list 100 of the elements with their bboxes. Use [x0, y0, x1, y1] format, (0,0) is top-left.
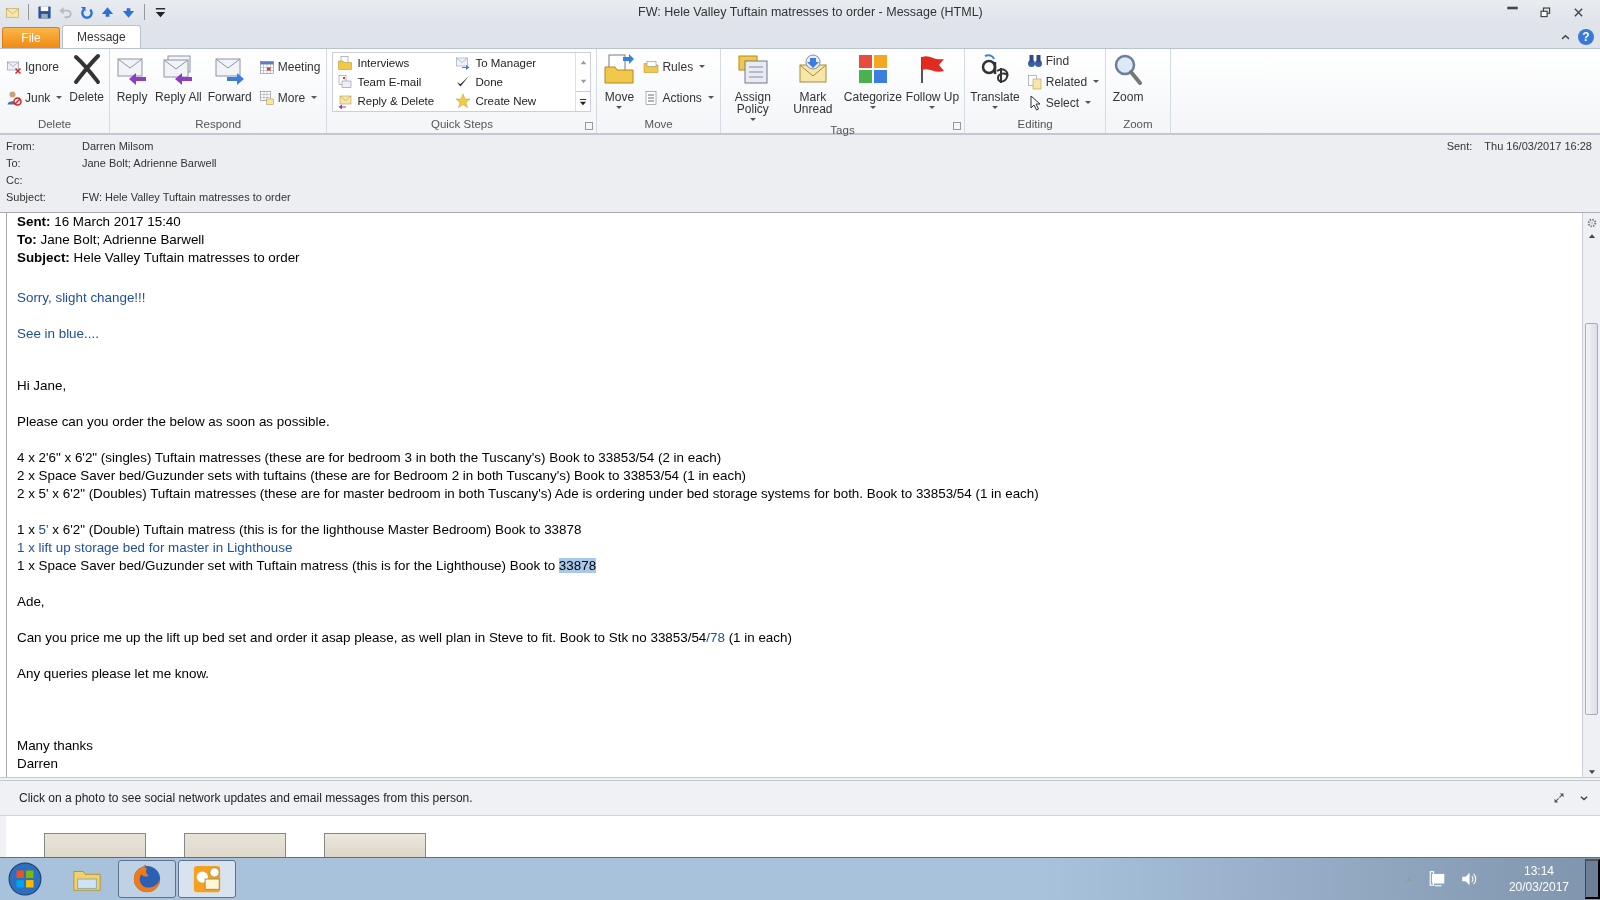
ribbon-button[interactable]: Delete: [67, 51, 107, 117]
text-line: Please can you order the below as soon as possible.: [17, 413, 331, 431]
minimize-icon: [1506, 5, 1519, 10]
close-icon: [1572, 5, 1585, 19]
documents-icon: [1026, 74, 1043, 90]
text-line: Darren: [17, 755, 59, 773]
quick-step-item[interactable]: Reply & Delete: [335, 91, 454, 110]
text-line: 2 x 5' x 6'2" (Doubles) Tuftain matresses (these are for master bedroom in both Tuscany's) Ade is ordering under bed storage systems for both. Book to 33853/54 (1 in each): [17, 485, 1040, 503]
ribbon-button[interactable]: More: [255, 88, 324, 107]
show-desktop-button[interactable]: [1585, 859, 1600, 899]
ribbon-button[interactable]: Reply: [113, 51, 152, 117]
field-value: Darren Milsom: [82, 140, 155, 154]
field-value: Jane Bolt; Adrienne Barwell: [82, 157, 218, 171]
folder-document-icon: [337, 55, 354, 72]
expand-button[interactable]: [1552, 791, 1566, 805]
ribbon-button[interactable]: Categorize: [843, 51, 902, 123]
quick-step-item[interactable]: Create New: [453, 91, 574, 110]
gallery-more-icon: [578, 96, 589, 107]
caret-icon: [56, 96, 63, 99]
text-line: Sent: 16 March 2017 15:40: [17, 213, 182, 231]
caret-icon: [1093, 80, 1100, 84]
ribbon-button[interactable]: Follow Up: [903, 51, 962, 123]
clock-time: 13:14: [1523, 863, 1554, 879]
envelopes-arrow-icon: [162, 53, 195, 85]
field-label: To:: [6, 157, 22, 171]
ribbon-button[interactable]: Assign Policy: [723, 51, 782, 123]
text-line: 4 x 2'6" x 6'2" (singles) Tuftain matresses (these are for bedroom 3 in both the Tuscany's) Book to 33853/54 (2 in each): [17, 449, 723, 467]
ribbon-button[interactable]: Meeting: [255, 57, 324, 76]
ribbon-button[interactable]: Reply All: [153, 51, 204, 117]
taskbar-app-button[interactable]: [178, 860, 236, 898]
triangle-down-icon: [578, 77, 588, 86]
chevron-icon: [1579, 793, 1589, 803]
ribbon-button[interactable]: Ignore: [3, 57, 66, 76]
ribbon-button[interactable]: Rules: [640, 57, 717, 76]
group-label: Delete: [36, 117, 73, 132]
expand-icon: [1553, 792, 1565, 804]
quick-step-item[interactable]: Team E-mail: [335, 72, 454, 92]
group-label: Tags: [829, 123, 856, 138]
ribbon-button[interactable]: Select: [1023, 93, 1103, 112]
ribbon-button[interactable]: Translate: [968, 51, 1022, 117]
text-line: Many thanks: [17, 737, 94, 755]
text-line: 1 x 5' x 6'2" (Double) Tuftain matress (this is for the lighthouse Master Bedroom) Book to 33878: [17, 521, 583, 539]
text-line: Ade,: [17, 593, 46, 611]
envelope-arrow-icon: [337, 92, 354, 109]
gear-icon: [1585, 217, 1598, 229]
field-label: Subject:: [6, 191, 47, 205]
dialog-launcher-button[interactable]: [585, 122, 594, 130]
field-label: Cc:: [6, 174, 24, 188]
star-icon: [455, 92, 472, 109]
scrollbar[interactable]: [1582, 213, 1600, 777]
ribbon-button[interactable]: Forward: [205, 51, 254, 117]
group-label: Quick Steps: [429, 117, 494, 132]
folder-icon: [643, 58, 660, 75]
quick-step-item[interactable]: Done: [453, 72, 574, 92]
help-button[interactable]: ?: [1578, 29, 1594, 45]
quick-step-item[interactable]: To Manager: [453, 54, 574, 73]
window-title: FW: Hele Valley Tuftain matresses to order - Message (HTML): [637, 5, 984, 19]
save-button[interactable]: [36, 3, 53, 21]
caret-icon: [1085, 101, 1092, 105]
search-icon: [1112, 53, 1145, 85]
envelope-arrow-icon: [796, 53, 829, 85]
taskbar-app-button[interactable]: [118, 860, 176, 898]
field-value: FW: Hele Valley Tuftain matresses to order: [82, 191, 292, 205]
quick-step-item[interactable]: Interviews: [335, 54, 454, 73]
field-value: Thu 16/03/2017 16:28: [1484, 140, 1592, 154]
caret-icon: [991, 106, 998, 109]
caret-icon: [699, 65, 706, 68]
grid-icon: [258, 89, 275, 106]
mail-app-icon: [192, 864, 222, 894]
document-icon: [337, 74, 354, 90]
ribbon-button[interactable]: Zoom: [1109, 51, 1148, 117]
dialog-launcher-button[interactable]: [953, 122, 962, 130]
caret-icon: [929, 106, 936, 109]
caret-icon: [707, 96, 714, 99]
save-icon: [37, 4, 52, 20]
ribbon-button[interactable]: Related: [1023, 73, 1103, 91]
ribbon-button[interactable]: Actions: [640, 88, 717, 107]
restore-button[interactable]: [1538, 4, 1553, 20]
ribbon-tab[interactable]: Message: [62, 25, 141, 48]
triangle-up-icon: [578, 58, 588, 67]
clock-date: 20/03/2017: [1508, 879, 1569, 895]
group-label: Respond: [194, 117, 243, 132]
text-line: 1 x Space Saver bed/Guzunder set with Tuftain matress (this is for the Lighthouse) Book to 33878: [17, 557, 598, 575]
ribbon-button[interactable]: Mark Unread: [783, 51, 842, 123]
ribbon-button[interactable]: Junk: [3, 88, 66, 107]
field-label: From:: [6, 140, 36, 154]
text-line: 2 x Space Saver bed/Guzunder sets with tuftains (these are for Bedroom 2 in both Tuscany's) Book to 33853/54 (1 in each): [17, 467, 748, 485]
ribbon-button[interactable]: Move: [600, 51, 639, 117]
network-icon: [1427, 870, 1446, 888]
calendar-icon: [258, 58, 275, 75]
people-pane-message: Click on a photo to see social network updates and email messages from this person.: [19, 791, 474, 805]
arrow-up-icon: [100, 4, 115, 20]
undo-icon: [58, 4, 73, 20]
folder-arrow-icon: [603, 53, 636, 85]
ribbon-button[interactable]: Find: [1023, 52, 1103, 71]
restore-icon: [1539, 5, 1552, 19]
globe-icon: [132, 864, 162, 894]
envelope-arrow-icon: [455, 55, 472, 72]
caret-icon: [749, 118, 756, 121]
redo-icon: [79, 4, 94, 20]
